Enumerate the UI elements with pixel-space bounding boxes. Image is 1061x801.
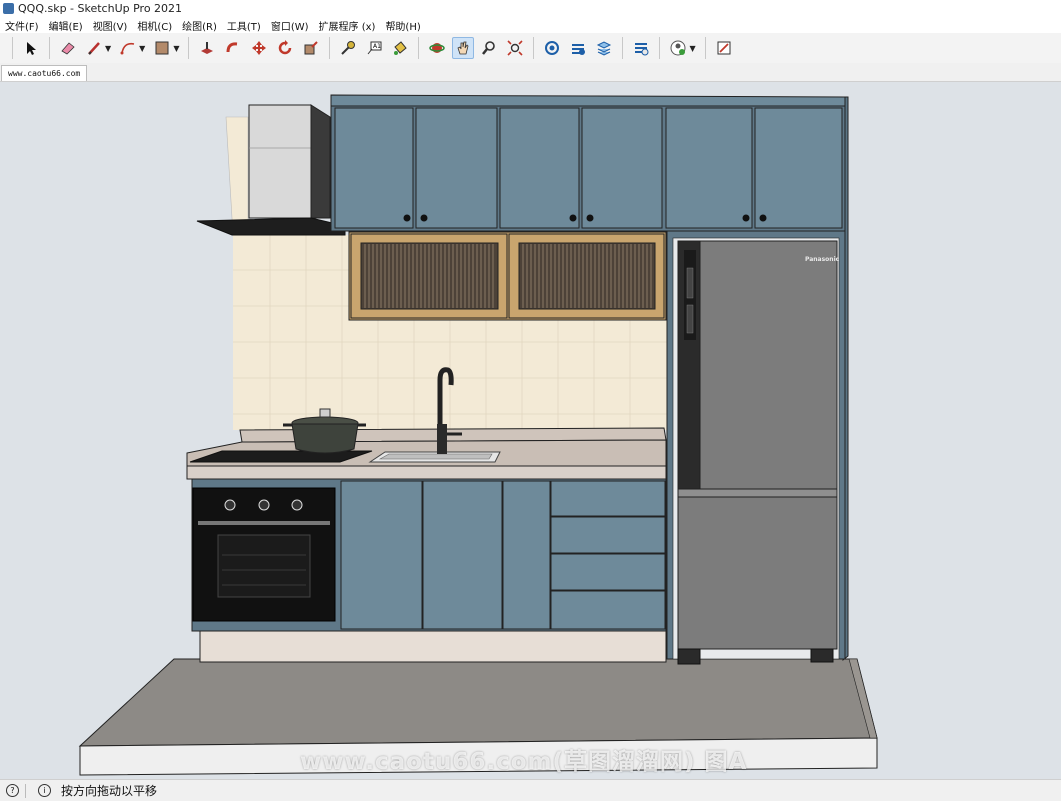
text-tool-icon[interactable]: A1 xyxy=(363,37,385,59)
status-message: 按方向拖动以平移 xyxy=(61,784,158,798)
window-title: QQQ.skp - SketchUp Pro 2021 xyxy=(18,2,183,15)
extension-manager-icon[interactable] xyxy=(630,37,652,59)
range-hood xyxy=(196,104,346,236)
toolbar-separator xyxy=(329,37,331,59)
toolbar-separator xyxy=(622,37,624,59)
menu-edit[interactable]: 编辑(E) xyxy=(44,18,88,33)
menu-window[interactable]: 窗口(W) xyxy=(266,18,314,33)
fridge-brand-label: Panasonic xyxy=(805,256,840,263)
glass-wood-cabinets xyxy=(348,231,667,321)
scene-tab-strip: www.caotu66.com xyxy=(0,63,1061,82)
toolbar-separator xyxy=(418,37,420,59)
shape-tool-dropdown-icon[interactable]: ▼ xyxy=(173,44,179,53)
toolbar-grip xyxy=(12,37,13,59)
menu-bar: 文件(F) 编辑(E) 视图(V) 相机(C) 绘图(R) 工具(T) 窗口(W… xyxy=(0,17,1061,33)
kitchen-model: Panasonic xyxy=(78,94,878,776)
follow-me-tool-icon[interactable] xyxy=(222,37,244,59)
info-icon[interactable]: i xyxy=(38,784,51,797)
watermark-text: www.caotu66.com(草图溜溜网) 图A xyxy=(300,749,748,775)
shape-tool-icon[interactable] xyxy=(151,37,173,59)
select-tool-icon[interactable] xyxy=(20,37,42,59)
svg-text:A1: A1 xyxy=(373,43,381,50)
countertop xyxy=(186,427,667,480)
status-separator xyxy=(25,783,26,798)
account-dropdown-icon[interactable]: ▼ xyxy=(689,44,695,53)
move-tool-icon[interactable] xyxy=(248,37,270,59)
scale-tool-icon[interactable] xyxy=(300,37,322,59)
rotate-tool-icon[interactable] xyxy=(274,37,296,59)
push-pull-tool-icon[interactable] xyxy=(196,37,218,59)
tape-measure-tool-icon[interactable] xyxy=(337,37,359,59)
menu-help[interactable]: 帮助(H) xyxy=(380,18,425,33)
menu-camera[interactable]: 相机(C) xyxy=(132,18,177,33)
line-tool-icon[interactable] xyxy=(83,37,105,59)
built-in-oven xyxy=(192,487,336,622)
toolbar-separator xyxy=(188,37,190,59)
zoom-tool-icon[interactable] xyxy=(478,37,500,59)
menu-extensions[interactable]: 扩展程序 (x) xyxy=(314,18,381,33)
toolbar-separator xyxy=(533,37,535,59)
layers-icon[interactable] xyxy=(593,37,615,59)
menu-draw[interactable]: 绘图(R) xyxy=(177,18,222,33)
account-icon[interactable] xyxy=(667,37,689,59)
menu-view[interactable]: 视图(V) xyxy=(88,18,133,33)
upper-cabinets xyxy=(330,94,846,232)
send-to-layout-icon[interactable] xyxy=(713,37,735,59)
toolbar-separator xyxy=(704,37,706,59)
model-viewport[interactable]: Panasonic www.caotu66.com(草图溜溜网) 图A xyxy=(0,82,1061,779)
main-toolbar: ▼ ▼ ▼ A1 ▼ xyxy=(0,33,1061,64)
extension-warehouse-icon[interactable] xyxy=(567,37,589,59)
eraser-tool-icon[interactable] xyxy=(57,37,79,59)
pan-tool-icon[interactable] xyxy=(452,37,475,59)
arc-tool-icon[interactable] xyxy=(117,37,139,59)
sketchup-app-icon xyxy=(3,3,14,14)
toolbar-separator xyxy=(49,37,50,59)
geo-location-icon[interactable]: ? xyxy=(6,784,19,797)
zoom-extents-tool-icon[interactable] xyxy=(504,37,526,59)
toolbar-separator xyxy=(659,37,661,59)
arc-tool-dropdown-icon[interactable]: ▼ xyxy=(139,44,145,53)
orbit-tool-icon[interactable] xyxy=(426,37,448,59)
menu-file[interactable]: 文件(F) xyxy=(0,18,44,33)
menu-tools[interactable]: 工具(T) xyxy=(222,18,266,33)
scene-tab[interactable]: www.caotu66.com xyxy=(1,65,88,81)
refrigerator: Panasonic xyxy=(677,240,840,665)
line-tool-dropdown-icon[interactable]: ▼ xyxy=(105,44,111,53)
paint-bucket-tool-icon[interactable] xyxy=(389,37,411,59)
title-bar: QQQ.skp - SketchUp Pro 2021 xyxy=(0,0,1061,17)
status-bar: ? i 按方向拖动以平移 xyxy=(0,779,1061,801)
3d-warehouse-icon[interactable] xyxy=(541,37,563,59)
